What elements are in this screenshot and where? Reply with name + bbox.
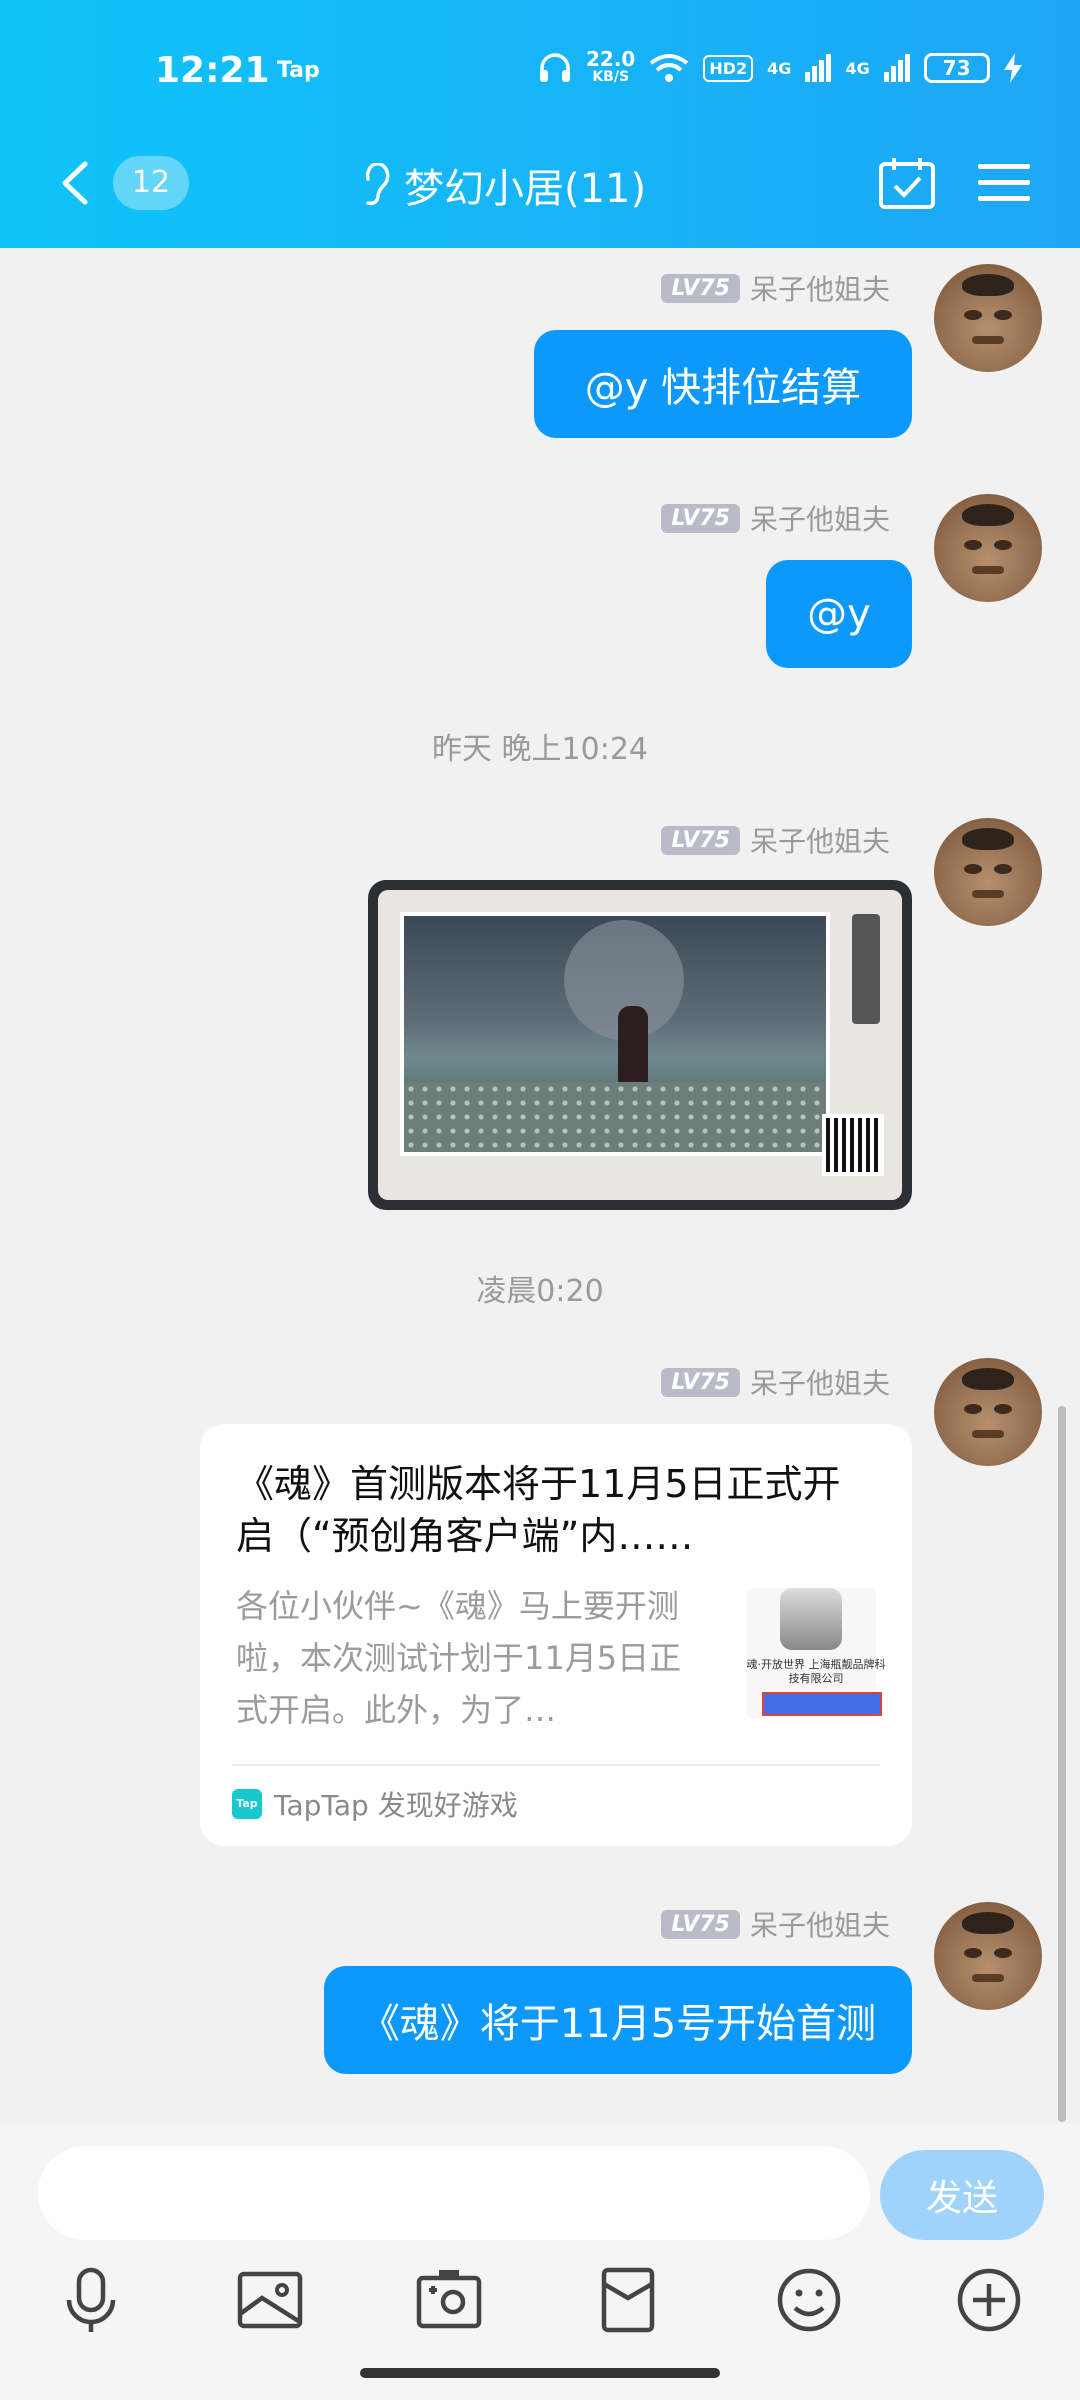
link-card[interactable]: 《魂》首测版本将于11月5日正式开启（“预创角客户端”内…… 各位小伙伴~《魂》… <box>200 1424 912 1846</box>
hd-voice-icon: HD2 <box>703 54 754 82</box>
message-input[interactable] <box>38 2146 870 2240</box>
back-arrow-icon[interactable] <box>55 158 95 208</box>
message-bubble[interactable]: @y 快排位结算 <box>534 330 912 438</box>
image-message[interactable] <box>368 880 912 1210</box>
red-packet-icon[interactable] <box>592 2264 664 2336</box>
card-title: 《魂》首测版本将于11月5日正式开启（“预创角客户端”内…… <box>236 1462 841 1558</box>
avatar[interactable] <box>934 1358 1042 1466</box>
header: 12:21 Tap 22.0 KB/S HD2 4G 4G 73 12 梦幻小居(… <box>0 0 1080 248</box>
poster-seal <box>852 914 880 1024</box>
level-badge: LV75 <box>661 503 740 533</box>
message-meta: LV75 呆子他姐夫 <box>661 820 890 860</box>
status-bar: 12:21 Tap 22.0 KB/S HD2 4G 4G 73 <box>0 49 1080 94</box>
level-badge: LV75 <box>661 1367 740 1397</box>
toolbar <box>0 2264 1080 2344</box>
image-icon[interactable] <box>234 2264 306 2336</box>
signal-icon-1: 4G <box>767 58 792 78</box>
unread-count-badge[interactable]: 12 <box>113 156 189 210</box>
taptap-logo-icon: Tap <box>232 1789 262 1819</box>
sender-name[interactable]: 呆子他姐夫 <box>750 268 890 308</box>
level-badge: LV75 <box>661 825 740 855</box>
timestamp: 凌晨0:20 <box>476 1274 604 1309</box>
message-bubble[interactable]: @y <box>766 560 912 668</box>
camera-icon[interactable] <box>413 2264 485 2336</box>
menu-icon[interactable] <box>978 162 1030 204</box>
status-icons: 22.0 KB/S HD2 4G 4G 73 <box>538 49 1022 86</box>
message-meta: LV75 呆子他姐夫 <box>661 498 890 538</box>
sender-name[interactable]: 呆子他姐夫 <box>750 820 890 860</box>
wifi-icon <box>650 54 689 82</box>
card-description: 各位小伙伴~《魂》马上要开测啦，本次测试计划于11月5日正式开启。此外，为了… <box>236 1587 682 1729</box>
timestamp: 昨天 晚上10:24 <box>432 732 648 767</box>
net-speed-unit: KB/S <box>592 69 630 85</box>
microphone-icon[interactable] <box>55 2264 127 2336</box>
battery-icon: 73 <box>923 53 990 83</box>
avatar[interactable] <box>934 1902 1042 2010</box>
ear-icon <box>365 163 390 206</box>
sender-name[interactable]: 呆子他姐夫 <box>750 1362 890 1402</box>
thumbnail-button <box>762 1692 882 1716</box>
charging-icon <box>1003 53 1022 83</box>
game-scene <box>400 912 830 1156</box>
chat-title[interactable]: 梦幻小居(11) <box>360 156 646 214</box>
net-speed: 22.0 KB/S <box>586 49 635 86</box>
emoji-icon[interactable] <box>773 2264 845 2336</box>
message-meta: LV75 呆子他姐夫 <box>661 1362 890 1402</box>
app-icon <box>780 1588 842 1650</box>
home-indicator[interactable] <box>360 2368 720 2378</box>
game-poster-image <box>378 890 902 1200</box>
avatar[interactable] <box>934 818 1042 926</box>
calendar-check-icon[interactable] <box>878 156 936 210</box>
qr-code <box>822 1114 884 1176</box>
tap-notification-icon: Tap <box>277 58 320 83</box>
avatar[interactable] <box>934 264 1042 372</box>
sender-name[interactable]: 呆子他姐夫 <box>750 1904 890 1944</box>
signal-bars-icon-2 <box>883 54 910 82</box>
signal-icon-2: 4G <box>845 58 870 78</box>
level-badge: LV75 <box>661 1909 740 1939</box>
card-footer: Tap TapTap 发现好游戏 <box>232 1784 518 1824</box>
signal-bars-icon <box>805 54 832 82</box>
scrollbar[interactable] <box>1058 1406 1066 2122</box>
plus-icon[interactable] <box>953 2264 1025 2336</box>
thumbnail-text: 魂·开放世界 上海瓶靓品牌科技有限公司 <box>746 1658 886 1685</box>
title-bar: 12 梦幻小居(11) <box>0 150 1080 216</box>
card-thumbnail: 魂·开放世界 上海瓶靓品牌科技有限公司 <box>746 1588 886 1718</box>
message-list[interactable]: LV75 呆子他姐夫 @y 快排位结算 LV75 呆子他姐夫 @y 昨天 晚上1… <box>0 248 1080 2124</box>
sender-name[interactable]: 呆子他姐夫 <box>750 498 890 538</box>
headphones-icon <box>540 53 570 82</box>
message-meta: LV75 呆子他姐夫 <box>661 268 890 308</box>
card-source: TapTap 发现好游戏 <box>274 1789 518 1822</box>
avatar[interactable] <box>934 494 1042 602</box>
message-meta: LV75 呆子他姐夫 <box>661 1904 890 1944</box>
level-badge: LV75 <box>661 273 740 303</box>
divider <box>232 1764 880 1766</box>
input-bar: 发送 <box>0 2124 1080 2400</box>
status-time: 12:21 <box>155 50 270 91</box>
message-bubble[interactable]: 《魂》将于11月5号开始首测 <box>324 1966 912 2074</box>
group-title: 梦幻小居(11) <box>404 166 647 212</box>
send-button[interactable]: 发送 <box>880 2150 1044 2240</box>
